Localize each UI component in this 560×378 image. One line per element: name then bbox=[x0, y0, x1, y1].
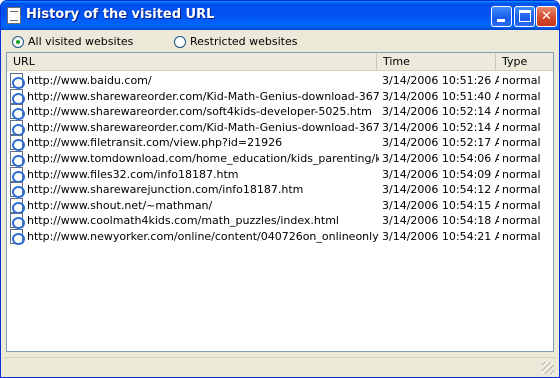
row-url: http://www.baidu.com/ bbox=[27, 74, 152, 87]
row-url: http://www.tomdownload.com/home_educatio… bbox=[27, 152, 379, 165]
row-time: 3/14/2006 10:54:15 AM bbox=[382, 198, 499, 212]
radio-restricted-websites[interactable] bbox=[174, 36, 186, 48]
row-url: http://www.sharewareorder.com/Kid-Math-G… bbox=[27, 89, 379, 103]
row-type: normal bbox=[502, 183, 541, 197]
url-page-icon bbox=[10, 73, 25, 89]
history-list[interactable]: URL Time Type http://www.baidu.com/ 3/14… bbox=[6, 52, 554, 352]
url-page-icon bbox=[10, 182, 25, 199]
row-type: normal bbox=[502, 167, 541, 181]
row-url: http://www.files32.com/info18187.htm bbox=[27, 167, 239, 181]
row-time: 3/14/2006 10:52:14 AM bbox=[382, 120, 499, 134]
url-page-icon bbox=[10, 166, 25, 183]
row-time: 3/14/2006 10:54:21 AM bbox=[382, 230, 499, 243]
minimize-icon bbox=[497, 19, 505, 22]
url-page-icon bbox=[10, 135, 25, 152]
column-header-time[interactable]: Time bbox=[377, 53, 496, 71]
radio-restricted-websites-label[interactable]: Restricted websites bbox=[190, 35, 298, 48]
history-window: History of the visited URL ✕ All visited… bbox=[0, 0, 560, 378]
row-url: http://www.shout.net/~mathman/ bbox=[27, 198, 213, 212]
table-row[interactable]: http://www.sharewareorder.com/soft4kids-… bbox=[7, 104, 553, 121]
table-row[interactable]: http://www.sharewareorder.com/Kid-Math-G… bbox=[7, 88, 553, 105]
row-type: normal bbox=[502, 230, 541, 243]
row-time: 3/14/2006 10:54:18 AM bbox=[382, 214, 499, 228]
client-area: All visited websites Restricted websites… bbox=[4, 30, 556, 376]
url-page-icon bbox=[10, 104, 25, 121]
row-time: 3/14/2006 10:52:14 AM bbox=[382, 105, 499, 119]
row-time: 3/14/2006 10:51:26 AM bbox=[382, 74, 499, 87]
row-time: 3/14/2006 10:51:40 AM bbox=[382, 89, 499, 103]
column-header-url[interactable]: URL bbox=[7, 53, 377, 71]
filter-options: All visited websites Restricted websites bbox=[12, 34, 552, 50]
row-url: http://www.sharewareorder.com/Kid-Math-G… bbox=[27, 120, 379, 134]
url-page-icon bbox=[10, 88, 25, 105]
row-type: normal bbox=[502, 152, 541, 165]
resize-grip-icon[interactable] bbox=[542, 362, 554, 374]
close-button[interactable]: ✕ bbox=[536, 6, 557, 27]
table-row[interactable]: http://www.newyorker.com/online/content/… bbox=[7, 229, 553, 245]
row-time: 3/14/2006 10:54:09 AM bbox=[382, 167, 499, 181]
table-row[interactable]: http://www.tomdownload.com/home_educatio… bbox=[7, 151, 553, 167]
row-time: 3/14/2006 10:54:12 AM bbox=[382, 183, 499, 197]
row-type: normal bbox=[502, 214, 541, 228]
row-url: http://www.sharewarejunction.com/info181… bbox=[27, 183, 304, 197]
table-row[interactable]: http://www.shout.net/~mathman/ 3/14/2006… bbox=[7, 197, 553, 214]
table-row[interactable]: http://www.baidu.com/ 3/14/2006 10:51:26… bbox=[7, 73, 553, 89]
row-type: normal bbox=[502, 74, 541, 87]
row-type: normal bbox=[502, 136, 541, 150]
list-header: URL Time Type bbox=[7, 53, 553, 71]
column-header-type[interactable]: Type bbox=[496, 53, 553, 71]
maximize-button[interactable] bbox=[514, 6, 535, 27]
row-time: 3/14/2006 10:52:17 AM bbox=[382, 136, 499, 150]
table-row[interactable]: http://www.coolmath4kids.com/math_puzzle… bbox=[7, 213, 553, 230]
table-row[interactable]: http://www.sharewarejunction.com/info181… bbox=[7, 182, 553, 199]
row-url: http://www.sharewareorder.com/soft4kids-… bbox=[27, 105, 372, 119]
row-url: http://www.newyorker.com/online/content/… bbox=[27, 230, 379, 243]
url-page-icon bbox=[10, 229, 25, 245]
radio-all-websites[interactable] bbox=[12, 36, 24, 48]
maximize-icon bbox=[519, 10, 531, 22]
radio-all-websites-label[interactable]: All visited websites bbox=[28, 35, 133, 48]
table-row[interactable]: http://www.filetransit.com/view.php?id=2… bbox=[7, 135, 553, 152]
url-page-icon bbox=[10, 151, 25, 167]
url-page-icon bbox=[10, 197, 25, 214]
row-time: 3/14/2006 10:54:06 AM bbox=[382, 152, 499, 165]
row-url: http://www.filetransit.com/view.php?id=2… bbox=[27, 136, 283, 150]
row-type: normal bbox=[502, 105, 541, 119]
row-type: normal bbox=[502, 89, 541, 103]
title-bar[interactable]: History of the visited URL ✕ bbox=[1, 1, 559, 30]
close-icon: ✕ bbox=[541, 9, 552, 24]
row-url: http://www.coolmath4kids.com/math_puzzle… bbox=[27, 214, 339, 228]
table-row[interactable]: http://www.files32.com/info18187.htm 3/1… bbox=[7, 166, 553, 183]
row-type: normal bbox=[502, 120, 541, 134]
table-row[interactable]: http://www.sharewareorder.com/Kid-Math-G… bbox=[7, 119, 553, 136]
minimize-button[interactable] bbox=[491, 6, 512, 27]
window-title: History of the visited URL bbox=[26, 7, 215, 22]
row-type: normal bbox=[502, 198, 541, 212]
app-notepad-icon bbox=[7, 7, 21, 24]
url-page-icon bbox=[10, 119, 25, 136]
url-page-icon bbox=[10, 213, 25, 230]
status-bar bbox=[4, 357, 556, 376]
